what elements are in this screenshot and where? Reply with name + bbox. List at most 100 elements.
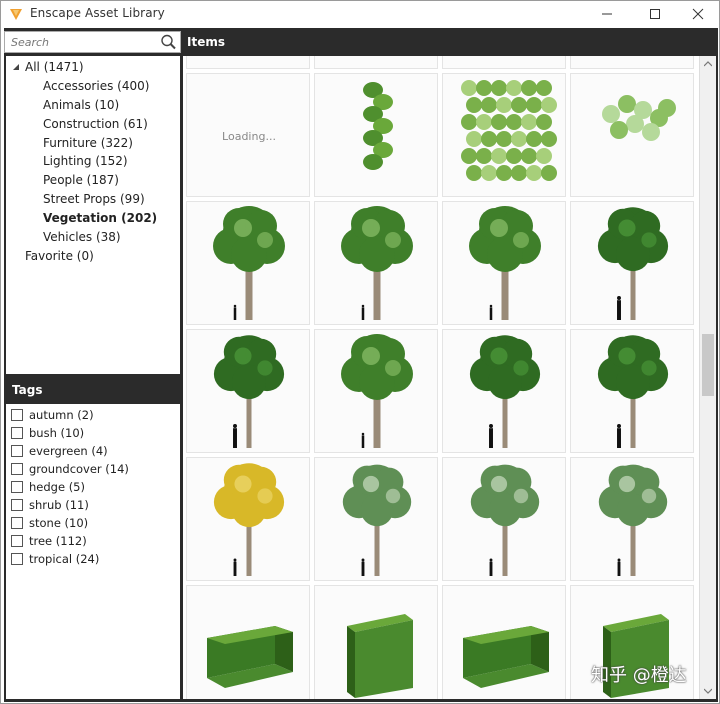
expand-arrow-icon[interactable] <box>12 63 20 71</box>
yellow-tree-icon <box>213 463 285 576</box>
watermark: 知乎 @橙达 <box>591 665 687 686</box>
asset-thumbnail-yellow-tree[interactable] <box>186 457 310 581</box>
tag-autumn[interactable]: autumn (2) <box>11 408 94 422</box>
checkbox[interactable] <box>11 445 23 457</box>
search-input[interactable]: Search <box>4 31 181 53</box>
asset-thumbnail-hedge-cube[interactable] <box>314 585 438 699</box>
tree-item-all[interactable]: All (1471) <box>25 60 84 74</box>
sparse-tree-icon <box>470 464 540 576</box>
asset-thumbnail-sparse-tree[interactable] <box>314 457 438 581</box>
asset-thumbnail-loading[interactable]: Loading... <box>186 73 310 197</box>
chevron-down-icon <box>704 688 712 694</box>
tags-header: Tags <box>4 378 181 402</box>
ivy-hanging-icon <box>363 82 393 170</box>
asset-thumbnail-deciduous-tree[interactable] <box>314 201 438 325</box>
items-grid: Loading... <box>183 56 699 699</box>
tag-label: hedge (5) <box>29 480 85 494</box>
checkbox[interactable] <box>11 553 23 565</box>
deciduous-tree-icon <box>469 206 541 320</box>
close-icon <box>692 8 704 20</box>
chevron-up-icon <box>704 61 712 67</box>
tag-hedge[interactable]: hedge (5) <box>11 480 85 494</box>
tag-label: stone (10) <box>29 516 89 530</box>
tag-groundcover[interactable]: groundcover (14) <box>11 462 129 476</box>
tree-item-vehicles[interactable]: Vehicles (38) <box>43 230 121 244</box>
asset-thumbnail-hedge-block[interactable] <box>442 585 566 699</box>
person-silhouette <box>233 424 237 448</box>
tag-tree[interactable]: tree (112) <box>11 534 87 548</box>
scroll-thumb[interactable] <box>702 334 714 396</box>
tag-stone[interactable]: stone (10) <box>11 516 88 530</box>
dark-tree-icon <box>213 335 285 448</box>
scroll-up-button[interactable] <box>700 56 716 72</box>
items-scrollbar[interactable] <box>699 56 716 699</box>
checkbox[interactable] <box>11 409 23 421</box>
person-silhouette <box>233 558 237 576</box>
asset-thumbnail-dark-tree[interactable] <box>186 329 310 453</box>
dark-tree-icon <box>469 335 541 448</box>
tree-item-construction[interactable]: Construction (61) <box>43 117 148 131</box>
checkbox[interactable] <box>11 499 23 511</box>
tree-item-animals[interactable]: Animals (10) <box>43 98 119 112</box>
asset-thumbnail-ivy-wall[interactable] <box>442 73 566 197</box>
asset-thumbnail[interactable] <box>570 56 694 69</box>
tree-item-accessories[interactable]: Accessories (400) <box>43 79 149 93</box>
person-silhouette <box>489 558 493 576</box>
tag-label: tropical (24) <box>29 552 100 566</box>
category-tree: All (1471) Accessories (400) Animals (10… <box>6 56 180 374</box>
asset-thumbnail-sparse-tree[interactable] <box>570 457 694 581</box>
asset-thumbnail-dark-tree[interactable] <box>442 329 566 453</box>
minimize-icon <box>602 13 612 15</box>
asset-thumbnail[interactable] <box>186 56 310 69</box>
asset-thumbnail-dark-tree[interactable] <box>570 329 694 453</box>
tag-tropical[interactable]: tropical (24) <box>11 552 99 566</box>
sparse-tree-icon <box>598 464 668 576</box>
checkbox[interactable] <box>11 481 23 493</box>
tag-evergreen[interactable]: evergreen (4) <box>11 444 108 458</box>
dark-tree-icon <box>597 335 669 448</box>
person-silhouette <box>617 558 621 576</box>
hedge-cube-icon <box>347 614 413 698</box>
checkbox[interactable] <box>11 535 23 547</box>
asset-thumbnail-dark-tree[interactable] <box>570 201 694 325</box>
asset-thumbnail[interactable] <box>314 56 438 69</box>
maximize-button[interactable] <box>633 1 677 27</box>
person-silhouette <box>361 558 365 576</box>
asset-thumbnail-deciduous-tree[interactable] <box>186 201 310 325</box>
checkbox[interactable] <box>11 463 23 475</box>
asset-thumbnail-deciduous-tree[interactable] <box>442 201 566 325</box>
asset-thumbnail[interactable] <box>442 56 566 69</box>
asset-thumbnail-hedge-block[interactable] <box>186 585 310 699</box>
tree-item-furniture[interactable]: Furniture (322) <box>43 136 133 150</box>
asset-library-window: Enscape Asset Library Search All (1471) … <box>0 0 720 704</box>
search-icon[interactable] <box>158 33 178 51</box>
person-silhouette <box>233 304 237 320</box>
dark-tree-icon <box>597 207 669 320</box>
scroll-down-button[interactable] <box>700 683 716 699</box>
tag-shrub[interactable]: shrub (11) <box>11 498 89 512</box>
asset-thumbnail-ivy-vine[interactable] <box>570 73 694 197</box>
asset-thumbnail-deciduous-tree[interactable] <box>314 329 438 453</box>
tag-label: groundcover (14) <box>29 462 129 476</box>
title-bar: Enscape Asset Library <box>1 1 719 27</box>
asset-thumbnail-sparse-tree[interactable] <box>442 457 566 581</box>
tag-label: evergreen (4) <box>29 444 108 458</box>
person-silhouette <box>617 424 621 448</box>
person-silhouette <box>361 432 365 448</box>
tag-label: bush (10) <box>29 426 85 440</box>
tree-item-lighting[interactable]: Lighting (152) <box>43 154 128 168</box>
minimize-button[interactable] <box>585 1 629 27</box>
tree-item-vegetation[interactable]: Vegetation (202) <box>43 211 157 225</box>
person-silhouette <box>617 296 621 320</box>
tree-item-people[interactable]: People (187) <box>43 173 119 187</box>
checkbox[interactable] <box>11 517 23 529</box>
checkbox[interactable] <box>11 427 23 439</box>
asset-thumbnail-ivy-hanging[interactable] <box>314 73 438 197</box>
person-silhouette <box>489 304 493 320</box>
tag-label: shrub (11) <box>29 498 89 512</box>
tag-label: tree (112) <box>29 534 87 548</box>
tree-item-street-props[interactable]: Street Props (99) <box>43 192 145 206</box>
tag-bush[interactable]: bush (10) <box>11 426 84 440</box>
tree-item-favorite[interactable]: Favorite (0) <box>25 249 94 263</box>
close-button[interactable] <box>676 1 720 27</box>
